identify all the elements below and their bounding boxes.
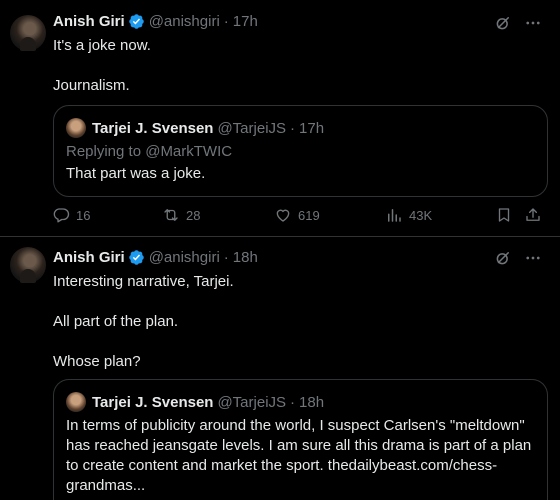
like-button[interactable]: 619 xyxy=(274,206,320,224)
quote-author-handle: @TarjeiJS xyxy=(217,393,287,411)
quoted-tweet[interactable]: Tarjei J. Svensen @TarjeiJS · 17h Replyi… xyxy=(53,105,548,197)
avatar[interactable] xyxy=(10,247,46,283)
quote-author-handle: @TarjeiJS xyxy=(217,119,287,137)
timestamp[interactable]: 18h xyxy=(233,249,258,266)
tweet-top-actions xyxy=(494,249,542,267)
author-name[interactable]: Anish Giri xyxy=(53,13,125,30)
quote-avatar xyxy=(66,118,86,138)
quoted-tweet[interactable]: Tarjei J. Svensen @TarjeiJS · 18h In ter… xyxy=(53,379,548,500)
reply-icon xyxy=(53,208,70,223)
tweet-text-line: Interesting narrative, Tarjei. xyxy=(53,273,234,290)
quote-timestamp: 17h xyxy=(299,119,325,137)
tweet-header: Anish Giri @anishgiri · 18h xyxy=(53,249,258,266)
bookmark-button[interactable] xyxy=(495,206,513,224)
like-count: 619 xyxy=(298,207,320,223)
separator: · xyxy=(223,249,229,266)
separator: · xyxy=(223,13,229,30)
tweet-text-line: It's a joke now. xyxy=(53,37,151,54)
grok-icon[interactable] xyxy=(494,249,512,267)
replying-to: Replying to @MarkTWIC xyxy=(66,143,233,160)
tweet-header: Anish Giri @anishgiri · 17h xyxy=(53,13,258,30)
tweet-top-actions xyxy=(494,14,542,32)
quote-author-name: Tarjei J. Svensen xyxy=(92,393,214,411)
quote-header: Tarjei J. Svensen @TarjeiJS · 17h xyxy=(66,118,324,138)
tweet-actions: 16 28 619 43K xyxy=(52,206,546,226)
bookmark-icon xyxy=(498,208,510,222)
quote-avatar xyxy=(66,392,86,412)
tweet-text-line: Journalism. xyxy=(53,77,130,94)
tweet-text: It's a joke now. Journalism. xyxy=(53,36,151,96)
tweet-text-line: All part of the plan. xyxy=(53,313,179,330)
quote-text: That part was a joke. xyxy=(66,165,206,182)
author-handle[interactable]: @anishgiri xyxy=(149,13,220,30)
quote-header: Tarjei J. Svensen @TarjeiJS · 18h xyxy=(66,392,324,412)
share-icon xyxy=(526,208,540,221)
views-count: 43K xyxy=(409,207,433,223)
more-icon[interactable] xyxy=(524,14,542,32)
separator: · xyxy=(290,119,296,137)
tweet-text-line: Whose plan? xyxy=(53,353,141,370)
separator: · xyxy=(290,393,296,411)
quote-text: In terms of publicity around the world, … xyxy=(66,417,532,494)
verified-badge-icon xyxy=(128,250,144,265)
author-handle[interactable]: @anishgiri xyxy=(149,249,220,266)
quote-timestamp: 18h xyxy=(299,393,325,411)
more-icon[interactable] xyxy=(524,249,542,267)
author-name[interactable]: Anish Giri xyxy=(53,249,125,266)
repost-icon xyxy=(164,209,178,221)
quote-author-name: Tarjei J. Svensen xyxy=(92,119,214,137)
views-button[interactable]: 43K xyxy=(385,206,432,224)
tweet[interactable]: Anish Giri @anishgiri · 18h Interesting … xyxy=(0,237,560,500)
tweet[interactable]: Anish Giri @anishgiri · 17h It's a joke … xyxy=(0,0,560,237)
grok-icon[interactable] xyxy=(494,14,512,32)
reply-button[interactable]: 16 xyxy=(52,206,90,224)
avatar[interactable] xyxy=(10,15,46,51)
share-button[interactable] xyxy=(524,206,542,224)
timestamp[interactable]: 17h xyxy=(233,13,258,30)
reply-count: 16 xyxy=(76,207,91,223)
like-icon xyxy=(276,209,290,222)
repost-count: 28 xyxy=(186,207,201,223)
tweet-text: Interesting narrative, Tarjei. All part … xyxy=(53,272,234,372)
repost-button[interactable]: 28 xyxy=(162,206,200,224)
views-icon xyxy=(388,209,401,222)
verified-badge-icon xyxy=(128,14,144,29)
